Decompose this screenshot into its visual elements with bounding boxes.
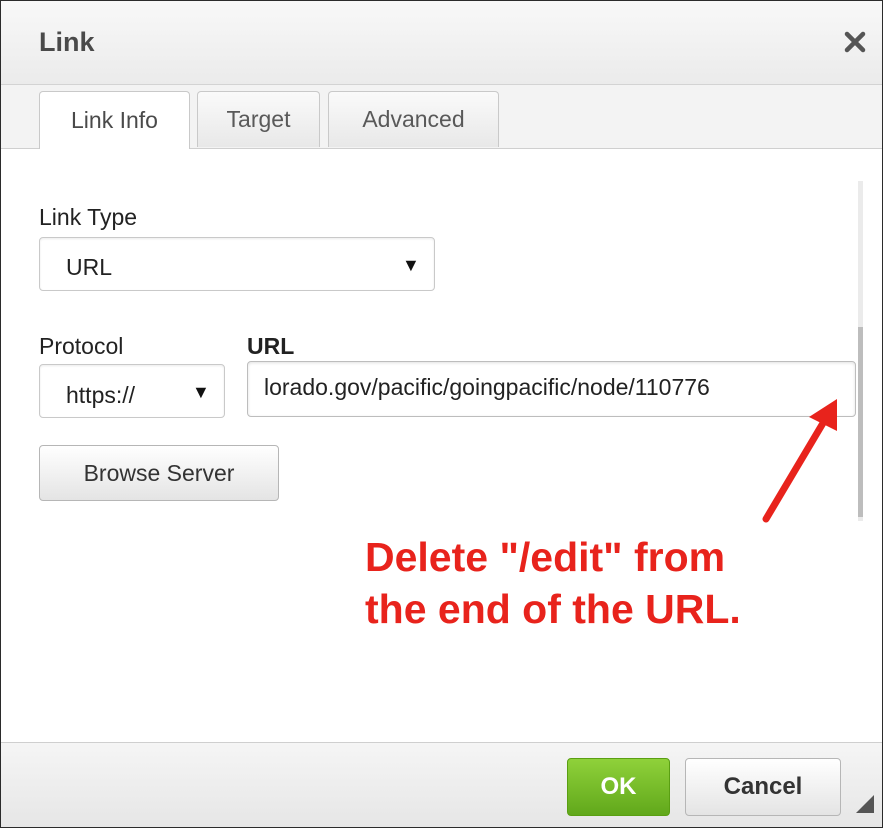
tab-bar: Link Info Target Advanced <box>1 85 882 149</box>
ok-label: OK <box>600 773 637 800</box>
annotation-line: the end of the URL. <box>365 586 741 632</box>
tab-target[interactable]: Target <box>197 91 320 147</box>
browse-server-button[interactable]: Browse Server <box>39 445 279 501</box>
content-scrollbar[interactable] <box>858 181 863 521</box>
annotation-arrow-icon <box>762 399 837 523</box>
dialog-footer: OK Cancel <box>1 742 882 827</box>
tab-label: Link Info <box>71 107 158 133</box>
tab-advanced[interactable]: Advanced <box>328 91 499 147</box>
dropdown-arrow-icon: ▼ <box>402 255 420 275</box>
link-type-value: URL <box>66 254 113 280</box>
scrollbar-thumb[interactable] <box>858 327 863 517</box>
close-icon[interactable] <box>836 23 874 61</box>
dialog-title: Link <box>39 27 95 57</box>
link-type-select[interactable]: URL ▼ <box>39 237 435 291</box>
cancel-button[interactable]: Cancel <box>685 758 841 816</box>
resize-grip-icon[interactable] <box>854 793 874 813</box>
url-label: URL <box>247 333 295 359</box>
annotation-text: Delete "/edit" from the end of the URL. <box>365 531 865 635</box>
annotation-line: Delete "/edit" from <box>365 534 726 580</box>
protocol-label: Protocol <box>39 333 124 359</box>
tab-label: Target <box>226 106 291 132</box>
ok-button[interactable]: OK <box>567 758 670 816</box>
dropdown-arrow-icon: ▼ <box>192 382 210 402</box>
tab-label: Advanced <box>362 106 465 132</box>
link-type-label: Link Type <box>39 204 138 230</box>
protocol-value: https:// <box>66 382 136 408</box>
cancel-label: Cancel <box>723 773 803 800</box>
dialog-titlebar[interactable]: Link <box>1 1 882 85</box>
tab-link-info[interactable]: Link Info <box>39 91 190 149</box>
browse-server-label: Browse Server <box>83 459 235 486</box>
protocol-select[interactable]: https:// ▼ <box>39 364 225 418</box>
link-dialog: Link Link Info Target Advanced Link Type… <box>0 0 883 828</box>
